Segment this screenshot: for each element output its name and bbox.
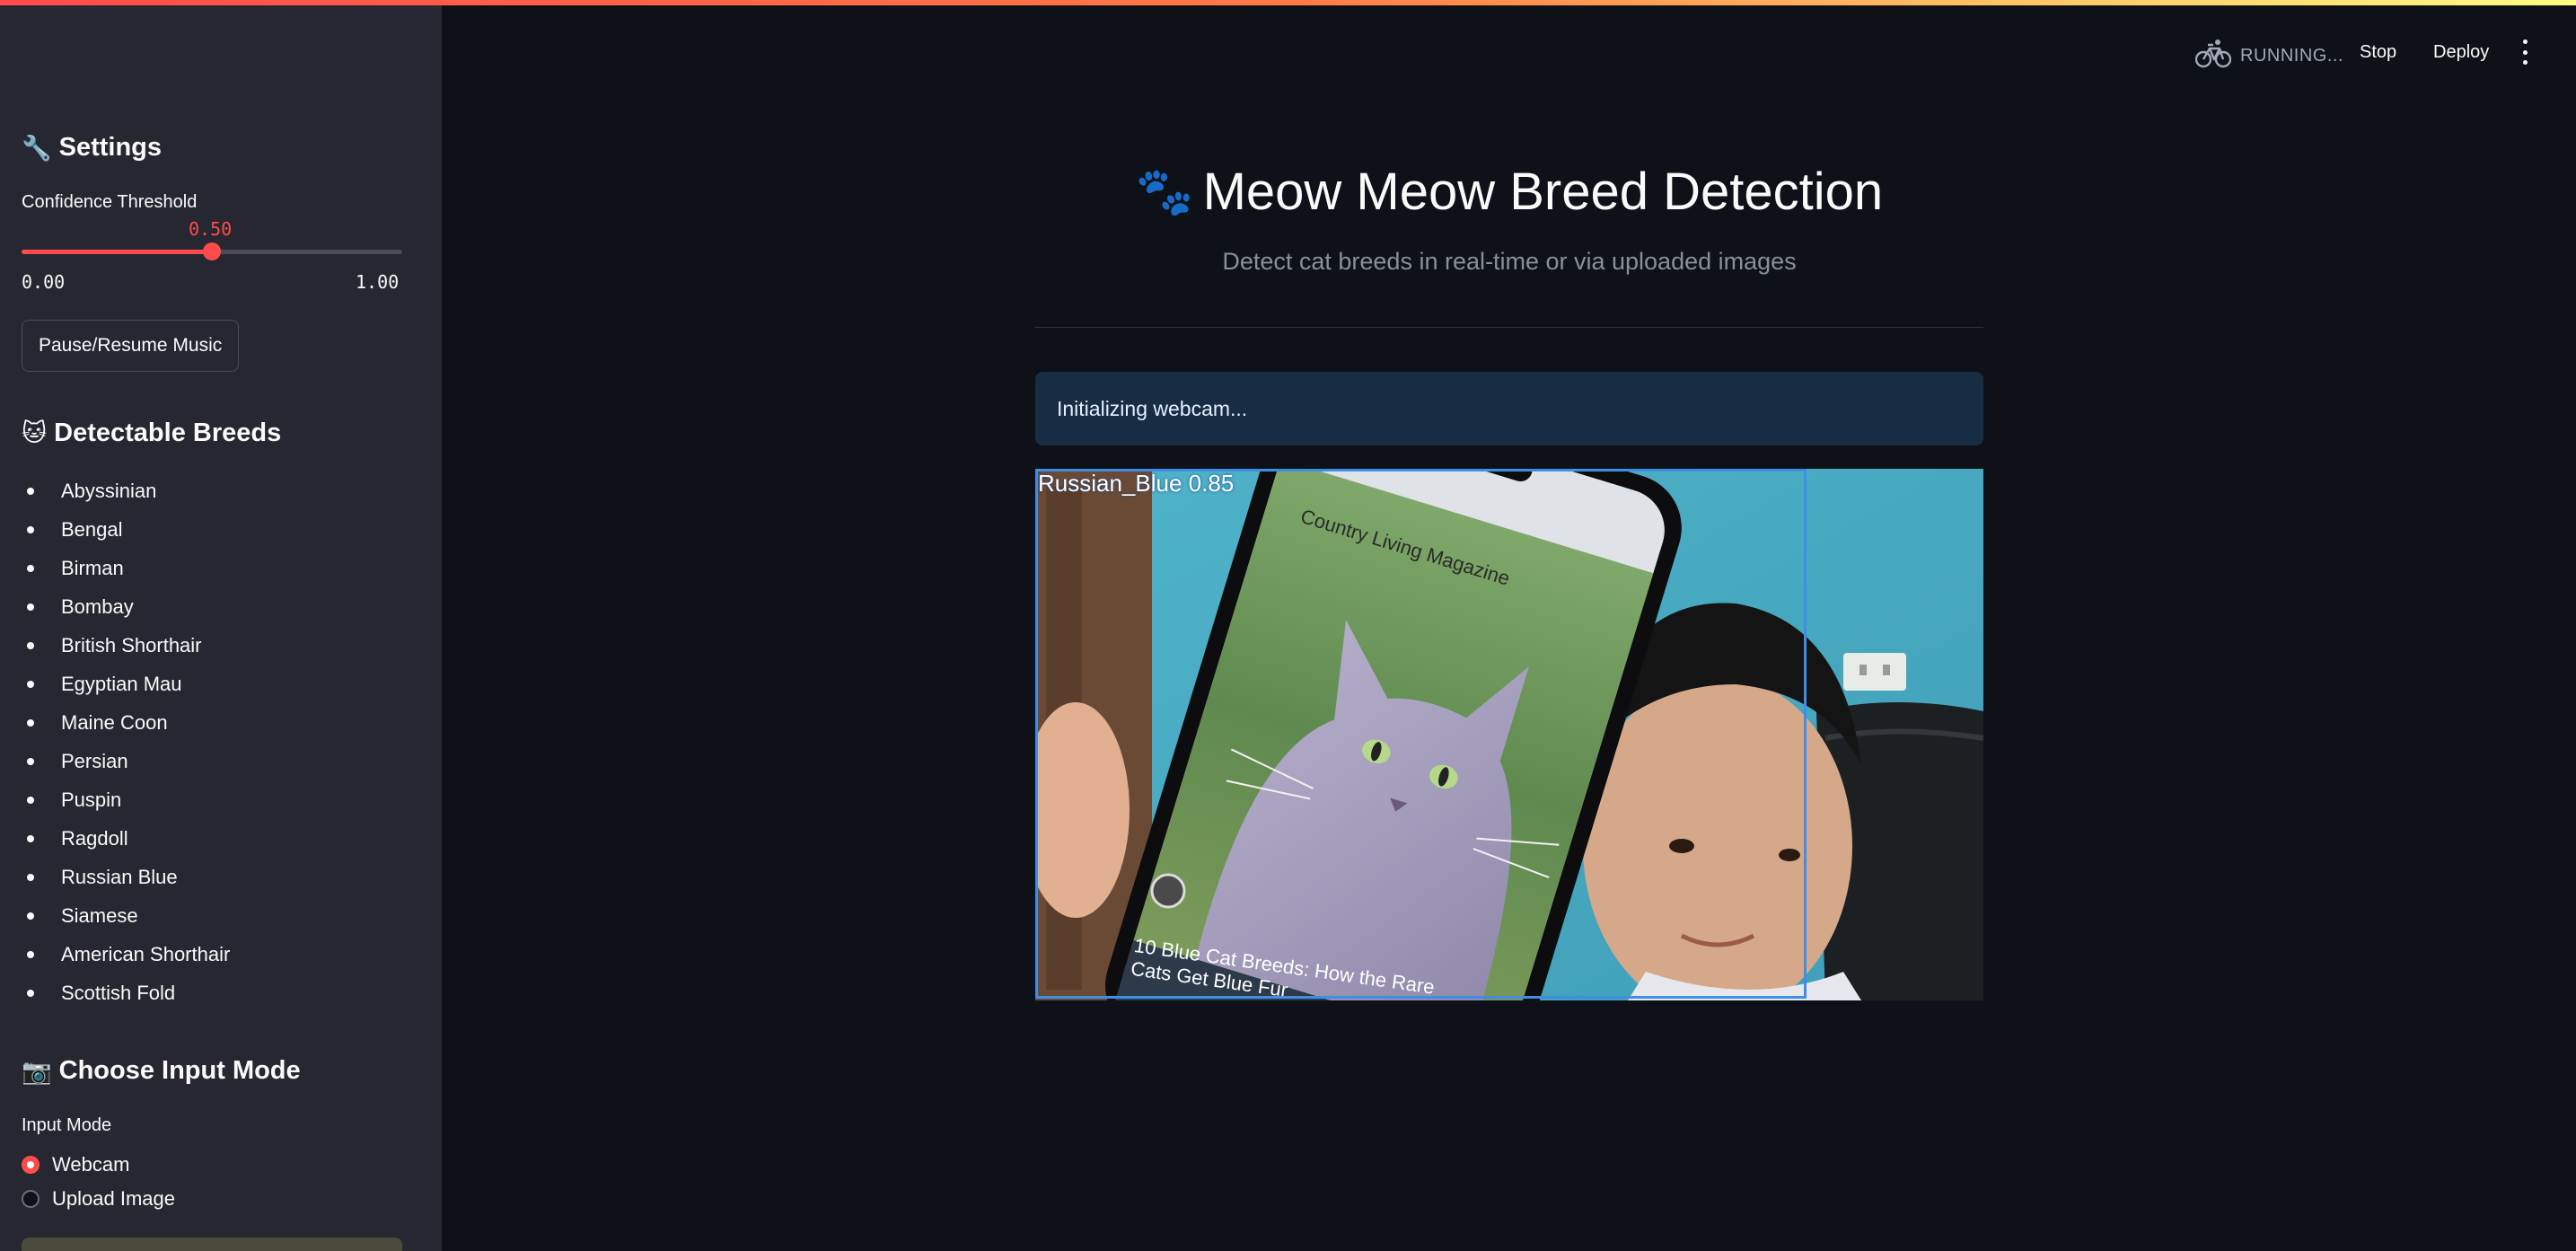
wrench-icon: 🔧 [22, 134, 52, 162]
bullet-icon [27, 603, 34, 611]
list-item: Bengal [22, 510, 230, 549]
cat-face-icon: 🐱 [22, 419, 48, 446]
sidebar-bottom-button[interactable] [22, 1238, 402, 1251]
list-item: British Shorthair [22, 626, 230, 665]
breed-name: Scottish Fold [61, 982, 176, 1004]
breed-name: Persian [61, 750, 128, 772]
running-label: RUNNING... [2240, 45, 2343, 66]
list-item: Puspin [22, 780, 230, 819]
page-title: 🐾 Meow Meow Breed Detection [1035, 162, 1983, 222]
confidence-slider-max: 1.00 [356, 271, 400, 293]
confidence-slider-min: 0.00 [22, 271, 66, 293]
list-item: Scottish Fold [22, 973, 230, 1012]
radio-checked-icon[interactable] [22, 1156, 40, 1174]
bullet-icon [27, 951, 34, 958]
bullet-icon [27, 797, 34, 804]
main-menu-icon[interactable] [2519, 40, 2530, 65]
list-item: Ragdoll [22, 819, 230, 858]
bullet-icon [27, 835, 34, 842]
stop-button[interactable]: Stop [2360, 42, 2396, 63]
breed-list: Abyssinian Bengal Birman Bombay British … [22, 471, 230, 1012]
list-item: Egyptian Mau [22, 665, 230, 703]
breed-name: Egyptian Mau [61, 673, 182, 695]
list-item: Birman [22, 549, 230, 587]
confidence-slider-thumb[interactable] [203, 242, 221, 260]
radio-unchecked-icon[interactable] [22, 1190, 40, 1208]
deploy-button[interactable]: Deploy [2433, 42, 2489, 63]
breed-name: Birman [61, 557, 124, 579]
list-item: Siamese [22, 896, 230, 935]
breed-name: Russian Blue [61, 866, 178, 888]
bullet-icon [27, 565, 34, 572]
page-title-text: Meow Meow Breed Detection [1202, 163, 1884, 221]
input-mode-heading: 📷 Choose Input Mode [22, 1056, 301, 1086]
list-item: Russian Blue [22, 858, 230, 896]
radio-option-webcam[interactable]: Webcam [22, 1153, 129, 1176]
breed-name: American Shorthair [61, 943, 231, 965]
bullet-icon [27, 488, 34, 495]
breed-name: Siamese [61, 904, 138, 927]
app-window: 🔧 Settings Confidence Threshold 0.50 0.0… [0, 0, 2576, 1251]
running-status: RUNNING... [2194, 38, 2343, 74]
settings-heading: 🔧 Settings [22, 133, 162, 163]
breed-name: Maine Coon [61, 711, 168, 734]
bullet-icon [27, 912, 34, 920]
bullet-icon [27, 526, 34, 533]
breed-name: Puspin [61, 788, 122, 811]
bullet-icon [27, 990, 34, 997]
bullet-icon [27, 681, 34, 688]
breeds-heading-text: Detectable Breeds [54, 418, 282, 447]
breeds-heading: 🐱 Detectable Breeds [22, 418, 281, 448]
pause-resume-music-button[interactable]: Pause/Resume Music [22, 320, 240, 372]
sidebar: 🔧 Settings Confidence Threshold 0.50 0.0… [0, 0, 442, 1251]
paw-icon: 🐾 [1135, 166, 1194, 218]
decoration-stripe [0, 0, 2576, 5]
detection-label: Russian_Blue 0.85 [1038, 470, 1235, 497]
confidence-slider-value: 0.50 [189, 218, 233, 240]
breed-name: Ragdoll [61, 827, 128, 850]
breed-name: British Shorthair [61, 634, 202, 656]
camera-icon: 📷 [22, 1057, 52, 1085]
bicycle-icon [2194, 38, 2232, 74]
input-mode-label: Input Mode [22, 1115, 112, 1135]
breed-name: Bengal [61, 518, 123, 541]
list-item: American Shorthair [22, 935, 230, 973]
divider [1035, 327, 1983, 328]
bullet-icon [27, 758, 34, 765]
list-item: Bombay [22, 587, 230, 626]
list-item: Persian [22, 742, 230, 780]
bullet-icon [27, 719, 34, 727]
page-subtitle: Detect cat breeds in real-time or via up… [1222, 248, 1797, 275]
radio-label-upload-image: Upload Image [52, 1187, 175, 1210]
info-alert: Initializing webcam... [1035, 372, 1983, 445]
confidence-slider-fill [22, 250, 212, 254]
detection-bounding-box: Russian_Blue 0.85 [1035, 469, 1807, 999]
radio-option-upload-image[interactable]: Upload Image [22, 1187, 175, 1211]
bullet-icon [27, 874, 34, 881]
radio-label-webcam: Webcam [52, 1153, 130, 1176]
webcam-frame: Country Living Magazine 10 Blue Cat Bree… [1035, 469, 1983, 1000]
breed-name: Bombay [61, 595, 134, 618]
breed-name: Abyssinian [61, 480, 157, 502]
list-item: Abyssinian [22, 471, 230, 510]
bullet-icon [27, 642, 34, 649]
list-item: Maine Coon [22, 703, 230, 742]
input-mode-heading-text: Choose Input Mode [58, 1056, 301, 1085]
settings-heading-text: Settings [58, 133, 163, 162]
confidence-threshold-label: Confidence Threshold [22, 192, 198, 212]
